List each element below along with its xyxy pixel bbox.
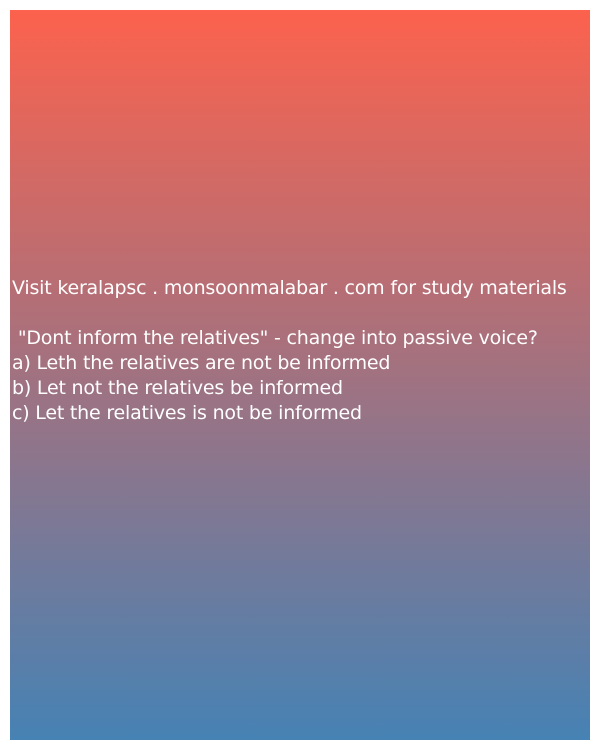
question-text: "Dont inform the relatives" - change int… — [12, 327, 538, 349]
option-a: a) Leth the relatives are not be informe… — [12, 352, 391, 374]
option-c: c) Let the relatives is not be informed — [12, 402, 362, 424]
site-promo-text: Visit keralapsc . monsoonmalabar . com f… — [12, 277, 567, 299]
quiz-content: Visit keralapsc . monsoonmalabar . com f… — [12, 276, 590, 426]
quiz-card: Visit keralapsc . monsoonmalabar . com f… — [10, 10, 590, 740]
option-b: b) Let not the relatives be informed — [12, 377, 343, 399]
